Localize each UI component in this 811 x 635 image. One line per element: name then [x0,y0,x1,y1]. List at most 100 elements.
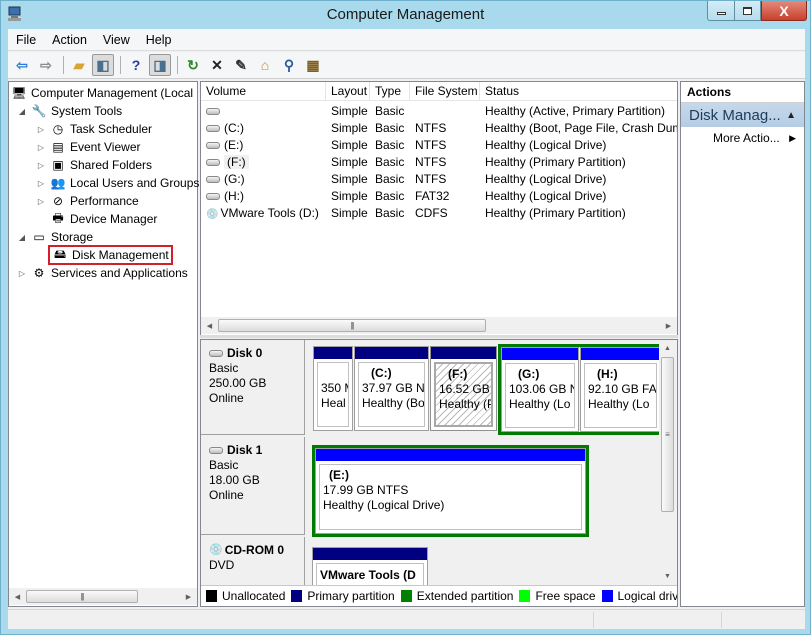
scrollbar-thumb[interactable]: ≡ [661,357,674,512]
scrollbar-thumb[interactable]: ||| [218,319,486,332]
disk-0-label[interactable]: Disk 0 Basic 250.00 GB Online [201,340,305,435]
scroll-right-icon[interactable]: ▶ [180,588,197,605]
volume-row[interactable]: (C:) Simple Basic NTFS Healthy (Boot, Page F… [201,119,677,136]
minimize-button[interactable] [707,1,735,21]
settings-icon: ▦ [306,56,320,73]
primary-partition-bar [355,347,428,359]
refresh-button[interactable]: ↻ [182,54,204,76]
actions-section-disk-management[interactable]: Disk Manag... ▲ [681,103,804,127]
volume-row[interactable]: (E:) Simple Basic NTFS Healthy (Logical Driv… [201,136,677,153]
partition-f[interactable]: (F:)16.52 GB NHealthy (P [430,346,497,431]
collapse-arrow-icon[interactable]: ◢ [17,233,27,242]
graphical-view-vertical-scrollbar[interactable]: ▲ ≡ ▼ [659,340,676,585]
collapse-arrow-icon[interactable]: ◢ [17,107,27,116]
scroll-down-icon[interactable]: ▼ [659,568,676,585]
column-status[interactable]: Status [480,82,677,101]
show-hide-action-pane-button[interactable]: ◨ [149,54,171,76]
tree-item-label: Services and Applications [51,266,188,280]
title-bar[interactable]: Computer Management X [1,1,810,29]
tree-item-services-and-applications[interactable]: ▷ ⚙ Services and Applications [17,264,188,282]
pane-splitter[interactable] [200,335,678,338]
menu-file[interactable]: File [8,33,44,47]
expand-arrow-icon[interactable]: ▷ [36,125,46,134]
collapse-icon[interactable]: ▲ [786,110,796,121]
partition-status: Healthy (P [439,397,493,411]
delete-button[interactable]: ✕ [206,54,228,76]
disk-size: 250.00 GB [209,376,267,390]
tree-item-computer-management-local[interactable]: 🖥 Computer Management (Local [11,84,193,102]
up-level-button[interactable]: ▰ [68,54,90,76]
volume-row[interactable]: 💿 VMware Tools (D:) Simple Basic CDFS Healthy… [201,204,677,221]
tree-item-device-manager[interactable]: 🖶 Device Manager [36,210,157,228]
tree-item-system-tools[interactable]: ◢ 🔧 System Tools [17,102,122,120]
partition-e[interactable]: (E:) 17.99 GB NTFS Healthy (Logical Drive) [315,448,586,534]
settings-button[interactable]: ▦ [302,54,324,76]
cdrom-icon: 💿 [206,208,219,220]
volume-row[interactable]: (F:) Simple Basic NTFS Healthy (Primary Part… [201,153,677,170]
tree-item-shared-folders[interactable]: ▷ ▣ Shared Folders [36,156,152,174]
volume-name: (G:) [201,172,326,186]
partition-status: Healthy (Bo [362,396,425,410]
legend-label: Primary partition [307,589,395,603]
show-hide-console-tree-button[interactable]: ◧ [92,54,114,76]
tree-item-performance[interactable]: ▷ ⊘ Performance [36,192,139,210]
tree-item-disk-management[interactable]: 🖴 Disk Management [36,245,173,265]
tree-item-event-viewer[interactable]: ▷ ▤ Event Viewer [36,138,141,156]
properties-button[interactable]: ✎ [230,54,252,76]
partition-label: (C:) [371,366,392,380]
partition-g[interactable]: (G:) 103.06 GB N Healthy (Lo [501,347,579,432]
menu-action[interactable]: Action [44,33,95,47]
disk-1-label[interactable]: Disk 1 Basic 18.00 GB Online [201,437,305,535]
scroll-up-icon[interactable]: ▲ [659,340,676,357]
disk-name: Disk 0 [227,346,263,360]
close-icon: X [779,2,789,19]
help-button[interactable]: ? [125,54,147,76]
maximize-button[interactable] [734,1,761,21]
tree-item-storage[interactable]: ◢ ▭ Storage [17,228,93,246]
tree-item-label: Computer Management (Local [31,86,194,100]
submenu-arrow-icon: ▶ [789,132,796,143]
search-button[interactable]: ⚲ [278,54,300,76]
volume-row[interactable]: Simple Basic Healthy (Active, Primary Part… [201,102,677,119]
close-button[interactable]: X [761,1,807,21]
partition-h[interactable]: (H:) 92.10 GB FA Healthy (Lo [580,347,661,432]
column-layout[interactable]: Layout [326,82,370,101]
cdrom-0-label[interactable]: 💿 CD-ROM 0 DVD [201,537,305,587]
volume-row[interactable]: (H:) Simple Basic FAT32 Healthy (Logical Dri… [201,187,677,204]
volume-list-horizontal-scrollbar[interactable]: ◀ ||| ▶ [201,317,677,334]
scroll-left-icon[interactable]: ◀ [9,588,26,605]
volume-type: Basic [375,137,405,152]
menu-help[interactable]: Help [138,33,180,47]
expand-arrow-icon[interactable]: ▷ [17,269,27,278]
scroll-right-icon[interactable]: ▶ [660,317,677,334]
partition-system-reserved[interactable]: 350 MHeal [313,346,353,431]
tree-item-local-users-and-groups[interactable]: ▷ 👥 Local Users and Groups [36,174,199,192]
expand-arrow-icon[interactable]: ▷ [36,179,46,188]
volume-label: (E:) [224,137,244,152]
partition-size: 16.52 GB N [439,382,491,396]
scroll-left-icon[interactable]: ◀ [201,317,218,334]
tree-item-task-scheduler[interactable]: ▷ ◷ Task Scheduler [36,120,152,138]
expand-arrow-icon[interactable]: ▷ [36,143,46,152]
menu-view[interactable]: View [95,33,138,47]
more-actions-item[interactable]: More Actio... ▶ [681,127,804,149]
disk-icon [206,175,220,183]
scrollbar-thumb[interactable]: ||| [26,590,138,603]
volume-row[interactable]: (G:) Simple Basic NTFS Healthy (Logical Driv… [201,170,677,187]
tree-horizontal-scrollbar[interactable]: ◀ ||| ▶ [9,588,197,605]
clock-icon: ◷ [52,122,64,136]
expand-arrow-icon[interactable]: ▷ [36,161,46,170]
partition-status: Heal [321,396,346,410]
volume-name: (H:) [201,189,326,203]
back-button[interactable]: ⇦ [11,54,33,76]
volume-label: (H:) [224,188,244,203]
column-volume[interactable]: Volume [201,82,326,101]
column-file-system[interactable]: File System [410,82,480,101]
column-type[interactable]: Type [370,82,410,101]
forward-button[interactable]: ⇨ [35,54,57,76]
partition-label: (F:) [448,367,468,381]
expand-arrow-icon[interactable]: ▷ [36,197,46,206]
volume-status: Healthy (Logical Drive) [485,137,607,152]
partition-c[interactable]: (C:)37.97 GB NTHealthy (Bo [354,346,429,431]
open-button[interactable]: ⌂ [254,54,276,76]
